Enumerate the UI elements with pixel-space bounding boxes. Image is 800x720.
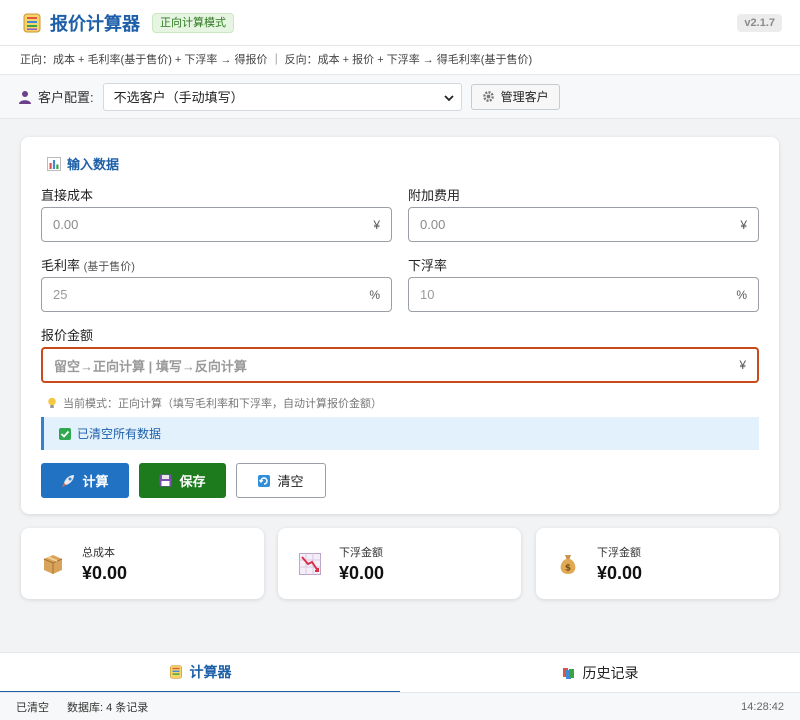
stat-label: 总成本 <box>82 547 115 559</box>
bottom-tab-bar: 计算器 历史记录 <box>0 652 800 693</box>
stat-value: ¥0.00 <box>82 563 128 583</box>
direct-cost-placeholder: 0.00 <box>53 217 79 232</box>
customer-select-value: 不选客户（手动填写） <box>113 90 244 105</box>
input-section-title: 输入数据 <box>47 154 119 173</box>
app-header: 报价计算器 正向计算模式 v2.1.7 <box>0 0 800 46</box>
direct-cost-input[interactable]: 0.00 ¥ <box>41 207 392 242</box>
customer-label: 客户配置: <box>38 90 94 105</box>
tab-calculator[interactable]: 计算器 <box>0 653 400 693</box>
quote-label: 报价金额 <box>41 328 94 343</box>
extra-cost-input[interactable]: 0.00 ¥ <box>408 207 759 242</box>
extra-cost-placeholder: 0.00 <box>420 217 446 232</box>
extra-cost-label: 附加费用 <box>408 188 461 203</box>
quote-input[interactable]: 留空→正向计算 | 填写→反向计算 ¥ <box>41 347 759 383</box>
stat-card-discount-amount: 下浮金额 ¥0.00 <box>278 528 521 599</box>
gear-icon <box>482 91 494 102</box>
money-bag-icon: $ <box>560 555 576 574</box>
tab-calculator-label: 计算器 <box>189 664 232 680</box>
chart-down-icon <box>299 553 321 575</box>
calculator-icon <box>23 13 41 32</box>
save-button[interactable]: 保存 <box>139 463 226 498</box>
yuan-unit: ¥ <box>373 217 380 232</box>
margin-label-note: (基于售价) <box>83 261 135 273</box>
discount-input[interactable]: 10 % <box>408 277 759 312</box>
package-icon <box>43 555 63 574</box>
margin-label: 毛利率 (基于售价) <box>41 255 135 274</box>
percent-unit: % <box>369 287 380 302</box>
mode-badge: 正向计算模式 <box>152 12 234 33</box>
bar-chart-icon <box>47 156 61 171</box>
status-bar: 已清空 数据库: 4 条记录 14:28:42 <box>0 692 800 720</box>
input-section-title-text: 输入数据 <box>67 157 120 172</box>
manage-customers-label: 管理客户 <box>500 90 549 104</box>
clear-button[interactable]: 清空 <box>236 463 326 498</box>
save-label: 保存 <box>179 474 206 489</box>
floppy-disk-icon <box>159 474 172 487</box>
margin-value: 25 <box>53 287 68 302</box>
quote-placeholder: 留空→正向计算 | 填写→反向计算 <box>54 358 247 374</box>
refresh-icon <box>258 474 271 487</box>
status-time: 14:28:42 <box>741 700 784 713</box>
direct-cost-label: 直接成本 <box>41 188 94 203</box>
yuan-unit: ¥ <box>740 217 747 232</box>
checkbox-checked-icon <box>59 427 71 440</box>
version-badge: v2.1.7 <box>737 13 782 32</box>
input-card: 输入数据 直接成本 0.00 ¥ 附加费用 0.00 ¥ 毛利率 (基于售价) … <box>21 137 779 514</box>
clear-label: 清空 <box>277 474 304 489</box>
margin-input[interactable]: 25 % <box>41 277 392 312</box>
rocket-icon <box>62 474 75 487</box>
status-notice-text: 已清空所有数据 <box>77 427 162 441</box>
yuan-unit: ¥ <box>739 358 746 372</box>
chevron-down-icon <box>443 94 454 101</box>
percent-unit: % <box>736 287 747 302</box>
person-icon <box>19 90 31 104</box>
customer-bar: 客户配置: 不选客户（手动填写） 管理客户 <box>0 75 800 119</box>
margin-label-text: 毛利率 <box>41 258 81 273</box>
stat-card-amount: $ 下浮金额 ¥0.00 <box>536 528 779 599</box>
stat-value: ¥0.00 <box>339 563 385 583</box>
calculate-button[interactable]: 计算 <box>41 463 129 498</box>
calculator-icon <box>169 665 182 679</box>
stat-card-total-cost: 总成本 ¥0.00 <box>21 528 264 599</box>
mode-hint: 当前模式：正向计算（填写毛利率和下浮率，自动计算报价金额） <box>47 395 382 411</box>
stat-label: 下浮金额 <box>597 547 641 559</box>
stat-value: ¥0.00 <box>597 563 643 583</box>
customer-select[interactable]: 不选客户（手动填写） <box>102 82 462 111</box>
discount-value: 10 <box>420 287 435 302</box>
discount-label: 下浮率 <box>408 258 448 273</box>
app-title: 报价计算器 <box>50 13 140 34</box>
status-notice: 已清空所有数据 <box>41 417 759 450</box>
manage-customers-button[interactable]: 管理客户 <box>470 83 560 110</box>
tab-history-label: 历史记录 <box>582 665 639 681</box>
tab-history[interactable]: 历史记录 <box>400 653 800 693</box>
calculate-label: 计算 <box>82 474 109 489</box>
database-count: 数据库: 4 条记录 <box>67 701 149 714</box>
lightbulb-icon <box>48 397 56 408</box>
books-icon <box>562 668 574 679</box>
svg-text:$: $ <box>565 564 571 574</box>
mode-hint-text: 当前模式：正向计算（填写毛利率和下浮率，自动计算报价金额） <box>63 398 382 410</box>
stat-label: 下浮金额 <box>339 547 383 559</box>
formula-description: 正向：成本 + 毛利率(基于售价) + 下浮率 → 得报价 ｜ 反向：成本 + … <box>0 46 800 75</box>
status-text: 已清空 <box>16 701 49 714</box>
